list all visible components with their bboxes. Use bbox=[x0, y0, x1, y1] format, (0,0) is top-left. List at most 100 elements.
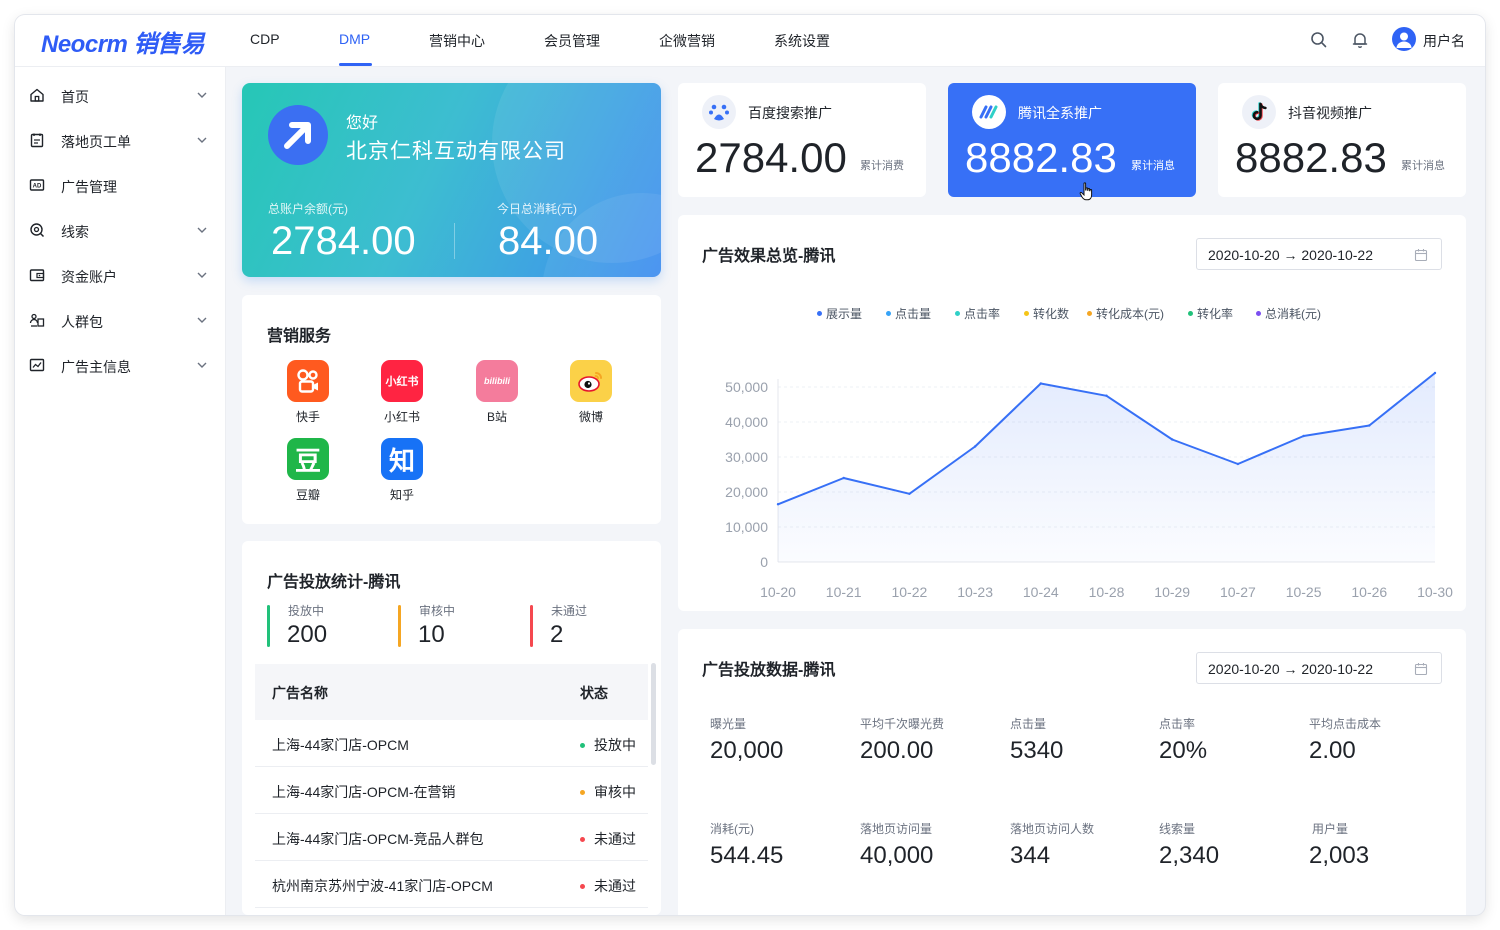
promo-value: 8882.83 bbox=[965, 134, 1117, 181]
ad-status: 投放中 bbox=[594, 737, 636, 753]
promo-value: 8882.83 bbox=[1235, 134, 1387, 181]
service-bilibili[interactable]: bilibili B站 bbox=[467, 360, 527, 425]
home-icon bbox=[30, 88, 44, 102]
x-tick-label: 10-20 bbox=[760, 584, 796, 600]
nav-member-management[interactable]: 会员管理 bbox=[544, 31, 600, 51]
legend-conversion-cost[interactable]: 转化成本(元) bbox=[1087, 305, 1164, 322]
y-tick-label: 40,000 bbox=[725, 414, 768, 430]
column-header-status[interactable]: 状态 bbox=[580, 683, 608, 703]
column-header-ad-name[interactable]: 广告名称 bbox=[272, 683, 328, 703]
calendar-icon bbox=[1414, 249, 1428, 262]
service-xiaohongshu[interactable]: 小红书 小红书 bbox=[372, 360, 432, 425]
date-range-picker[interactable]: 2020-10-20 → 2020-10-22 bbox=[1196, 238, 1442, 270]
table-row[interactable]: 上海-44家门店-OPCM-竞品人群包 未通过 bbox=[255, 814, 648, 861]
company-name: 北京仁科互动有限公司 bbox=[346, 140, 566, 163]
promo-card-tencent[interactable]: 腾讯全系推广 8882.83 累计消息 bbox=[948, 83, 1196, 201]
sidebar-item-leads[interactable]: 线索 bbox=[15, 208, 226, 253]
promo-sub: 累计消息 bbox=[1131, 160, 1175, 172]
service-douban[interactable]: 豆 豆瓣 bbox=[278, 438, 338, 503]
promo-title: 百度搜索推广 bbox=[748, 105, 832, 121]
legend-dot bbox=[1188, 311, 1193, 317]
avatar[interactable] bbox=[1392, 27, 1416, 51]
promo-card-douyin[interactable]: 抖音视频推广 8882.83 累计消息 bbox=[1218, 83, 1466, 197]
date-range-picker[interactable]: 2020-10-20 → 2020-10-22 bbox=[1196, 652, 1442, 684]
service-weibo[interactable]: 微博 bbox=[561, 360, 621, 425]
balance-value: 2784.00 bbox=[271, 219, 416, 263]
x-tick-label: 10-29 bbox=[1154, 584, 1190, 600]
legend-dot bbox=[955, 311, 960, 317]
metric-value: 5340 bbox=[1010, 737, 1064, 764]
x-tick-label: 10-26 bbox=[1351, 584, 1387, 600]
sidebar-item-ad-management[interactable]: AD 广告管理 bbox=[15, 163, 226, 208]
sidebar-item-home[interactable]: 首页 bbox=[15, 73, 226, 118]
nav-system-settings[interactable]: 系统设置 bbox=[774, 31, 830, 51]
ad-name: 上海-44家门店-OPCM-在营销 bbox=[272, 784, 456, 800]
balance-label: 总账户余额(元) bbox=[268, 202, 348, 216]
stat-label: 投放中 bbox=[288, 604, 325, 618]
status-dot bbox=[580, 743, 585, 748]
table-row[interactable]: 上海-44家门店-OPCM-在营销 审核中 bbox=[255, 767, 648, 814]
bell-icon[interactable] bbox=[1350, 30, 1370, 50]
ad-status: 审核中 bbox=[594, 784, 636, 800]
sidebar-item-fund-account[interactable]: 资金账户 bbox=[15, 253, 226, 298]
search-icon[interactable] bbox=[1309, 30, 1329, 50]
service-label: B站 bbox=[486, 410, 507, 424]
sidebar-item-audience-package[interactable]: 人群包 bbox=[15, 298, 226, 343]
tencent-ads-icon bbox=[972, 95, 1006, 129]
legend-clicks[interactable]: 点击量 bbox=[886, 305, 931, 322]
greeting: 您好 bbox=[346, 115, 379, 132]
chevron-down-icon bbox=[197, 92, 207, 98]
sidebar-item-landing-page-orders[interactable]: 落地页工单 bbox=[15, 118, 226, 163]
legend-impressions[interactable]: 展示量 bbox=[817, 305, 862, 322]
legend-conversions[interactable]: 转化数 bbox=[1024, 305, 1069, 322]
table-row[interactable]: 上海-44家门店-OPCM 投放中 bbox=[255, 720, 648, 767]
legend-label: 点击率 bbox=[964, 307, 1001, 321]
today-spend-label: 今日总消耗(元) bbox=[497, 202, 577, 216]
nav-marketing-center[interactable]: 营销中心 bbox=[429, 31, 485, 51]
sidebar-item-label: 落地页工单 bbox=[61, 134, 131, 150]
promo-sub: 累计消息 bbox=[1401, 160, 1445, 172]
chevron-down-icon bbox=[197, 227, 207, 233]
x-tick-label: 10-21 bbox=[826, 584, 862, 600]
legend-label: 点击量 bbox=[895, 307, 932, 321]
legend-dot bbox=[1024, 311, 1029, 317]
status-bar-rejected bbox=[530, 605, 533, 647]
nav-active-indicator bbox=[339, 63, 372, 66]
legend-dot bbox=[886, 311, 891, 317]
user-icon bbox=[1396, 32, 1412, 48]
legend-conversion-rate[interactable]: 转化率 bbox=[1188, 305, 1233, 322]
metric-label: 落地页访问人数 bbox=[1010, 822, 1095, 836]
promo-card-baidu[interactable]: 百度搜索推广 2784.00 累计消费 bbox=[678, 83, 926, 197]
legend-ctr[interactable]: 点击率 bbox=[955, 305, 1000, 322]
service-zhihu[interactable]: 知 知乎 bbox=[372, 438, 432, 503]
brand-logo[interactable]: Neocrm 销售易 bbox=[41, 24, 205, 59]
nav-cdp[interactable]: CDP bbox=[250, 31, 280, 47]
x-tick-label: 10-23 bbox=[957, 584, 993, 600]
metric-value: 2.00 bbox=[1309, 737, 1356, 764]
xiaohongshu-icon: 小红书 bbox=[381, 360, 423, 402]
metric-value: 40,000 bbox=[860, 842, 934, 869]
calendar-icon bbox=[1414, 663, 1428, 676]
x-tick-label: 10-22 bbox=[891, 584, 927, 600]
sidebar-item-advertiser-info[interactable]: 广告主信息 bbox=[15, 343, 226, 388]
clipboard-icon bbox=[30, 133, 44, 148]
table-row[interactable]: 杭州南京苏州宁波-41家门店-OPCM 未通过 bbox=[255, 861, 648, 908]
legend-label: 展示量 bbox=[826, 307, 863, 321]
username[interactable]: 用户名 bbox=[1423, 31, 1465, 51]
zhihu-icon: 知 bbox=[381, 438, 423, 480]
data-point bbox=[776, 503, 780, 506]
legend-total-spend[interactable]: 总消耗(元) bbox=[1256, 305, 1321, 322]
service-kuaishou[interactable]: 快手 bbox=[278, 360, 338, 425]
nav-dmp[interactable]: DMP bbox=[339, 31, 370, 47]
y-tick-label: 50,000 bbox=[725, 379, 768, 395]
nav-wecom-marketing[interactable]: 企微营销 bbox=[659, 31, 715, 51]
status-bar-active bbox=[267, 605, 270, 647]
today-spend-value: 84.00 bbox=[498, 219, 599, 263]
y-tick-label: 0 bbox=[760, 554, 768, 570]
table-scrollbar[interactable] bbox=[651, 663, 656, 765]
legend-label: 转化率 bbox=[1197, 307, 1234, 321]
weibo-icon bbox=[570, 360, 612, 402]
kuaishou-icon bbox=[287, 360, 329, 402]
x-tick-label: 10-28 bbox=[1089, 584, 1125, 600]
douban-icon: 豆 bbox=[287, 438, 329, 480]
